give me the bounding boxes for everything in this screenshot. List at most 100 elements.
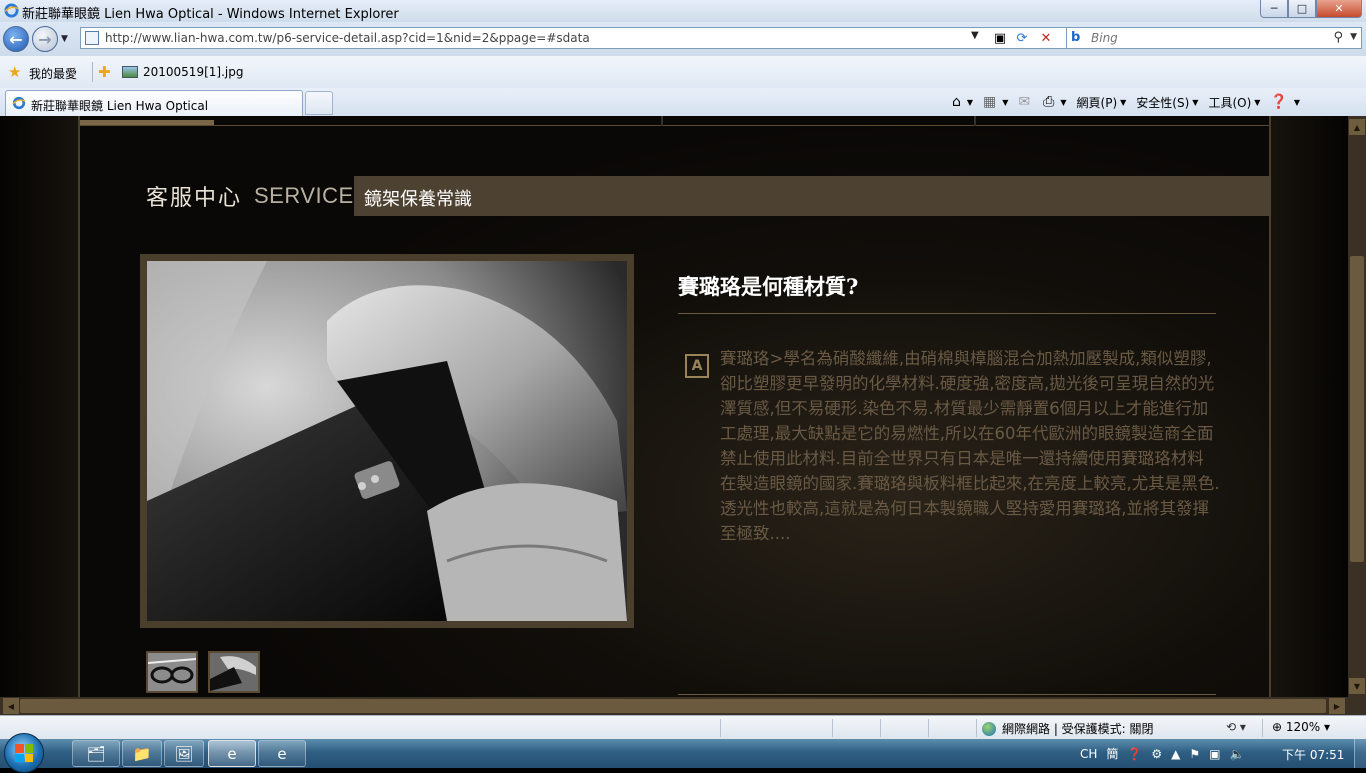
libraries-icon[interactable]: 🗂 [72, 740, 120, 767]
scroll-left-icon[interactable]: ◀ [3, 698, 19, 714]
print-icon: ⎙ [1043, 94, 1055, 110]
zoom-level[interactable]: ⊕ 120% ▾ [1272, 720, 1330, 734]
top-divider [974, 116, 976, 126]
right-background [1270, 116, 1348, 697]
tab-active[interactable]: 新莊聯華眼鏡 Lien Hwa Optical [5, 90, 303, 116]
favorites-star-icon[interactable]: ★ [8, 63, 21, 81]
home-icon: ⌂ [952, 94, 961, 110]
bottom-divider [678, 694, 1216, 695]
safety-menu[interactable]: 安全性(S) ▼ [1136, 94, 1198, 111]
start-button[interactable] [4, 733, 44, 773]
close-button[interactable]: ✕ [1316, 0, 1362, 18]
favorites-button[interactable]: 我的最愛 [29, 65, 77, 82]
main-photo [147, 261, 627, 621]
home-button[interactable]: ⌂ ▼ [952, 94, 973, 110]
tools-menu-label: 工具(O) [1208, 95, 1252, 110]
action-center-icon[interactable]: ⚑ [1189, 747, 1200, 761]
page-menu[interactable]: 網頁(P) ▼ [1077, 94, 1127, 111]
show-hidden-icon[interactable]: ▲ [1171, 747, 1180, 761]
protected-mode-icon[interactable]: ⟲ ▾ [1226, 720, 1246, 734]
url-dropdown-icon[interactable]: ▼ [971, 30, 979, 41]
status-separator [832, 719, 833, 737]
security-zone[interactable]: 網際網路 | 受保護模式: 關閉 [982, 720, 1154, 737]
search-box[interactable]: b ⚲ ▼ [1066, 27, 1362, 49]
address-bar[interactable]: http://www.lian-hwa.com.tw/p6-service-de… [80, 27, 1084, 49]
favorite-item[interactable]: 20100519[1].jpg [143, 65, 243, 79]
refresh-icon[interactable]: ⟳ [1011, 29, 1033, 47]
maximize-button[interactable]: □ [1288, 0, 1316, 18]
back-arrow-icon: ← [9, 29, 23, 49]
help-tray-icon[interactable]: ❓ [1127, 747, 1142, 761]
rss-button[interactable]: ▦ ▼ [983, 94, 1008, 110]
minimize-button[interactable]: ─ [1260, 0, 1288, 18]
zoom-text: 120% [1285, 720, 1321, 734]
windows-logo-icon [15, 744, 33, 762]
ime-char[interactable]: 簡 [1106, 745, 1118, 762]
ie-secondary-icon[interactable]: e [258, 740, 306, 767]
ie-window: 新莊聯華眼鏡 Lien Hwa Optical - Windows Intern… [0, 0, 1366, 773]
add-favorite-icon[interactable]: ✚ [98, 63, 111, 81]
page-icon [85, 31, 99, 45]
content-panel: 客服中心 SERVICE 鏡架保養常識 賽璐珞是何種材質? A 賽璐珞>學名為硝… [78, 116, 1271, 697]
horizontal-scroll-thumb[interactable] [20, 699, 1326, 713]
command-bar: ⌂ ▼ ▦ ▼ ✉ ⎙ ▼ 網頁(P) ▼ 安全性(S) ▼ 工具(O) ▼ ❓ ▼ [952, 92, 1310, 112]
back-button[interactable]: ← [3, 26, 29, 52]
clock[interactable]: 下午 07:51 [1282, 746, 1344, 763]
search-options-icon[interactable]: ▼ [1350, 32, 1357, 42]
page-menu-label: 網頁(P) [1076, 95, 1118, 110]
history-dropdown-icon[interactable]: ▼ [61, 34, 68, 44]
taskbar: 🗂 📁 🖼 e e CH 簡 ❓ ⚙ ▲ ⚑ ▣ 🔈 下午 07:51 [0, 733, 1366, 773]
stop-icon[interactable]: ✕ [1035, 29, 1057, 47]
help-button[interactable]: ❓ ▼ [1270, 94, 1300, 110]
status-separator [880, 719, 881, 737]
status-separator [1262, 719, 1263, 737]
thumbnail-strip [146, 651, 270, 693]
mail-icon: ✉ [1018, 94, 1031, 110]
volume-icon[interactable]: 🔈 [1229, 747, 1244, 761]
ie-taskbar-button[interactable]: e [208, 740, 256, 767]
image-file-icon [122, 66, 138, 78]
search-icon[interactable]: ⚲ [1333, 30, 1343, 45]
help-icon: ❓ [1270, 94, 1288, 110]
top-nav-remnant [80, 116, 1269, 126]
question-divider [678, 313, 1216, 314]
ie-icon: e [227, 744, 237, 763]
search-input[interactable] [1091, 30, 1321, 46]
vertical-scrollbar[interactable]: ▲ ▼ [1348, 116, 1366, 697]
tools-menu[interactable]: 工具(O) ▼ [1208, 94, 1260, 111]
section-title-cn: 客服中心 [146, 186, 243, 211]
new-tab-button[interactable] [305, 91, 333, 115]
print-button[interactable]: ⎙ ▼ [1043, 94, 1066, 110]
show-desktop-button[interactable] [1354, 739, 1366, 768]
glasses-thumbnail-image [148, 653, 196, 691]
compat-view-icon[interactable]: ▣ [989, 29, 1011, 47]
scroll-down-icon[interactable]: ▼ [1349, 678, 1365, 694]
ime-options-icon[interactable]: ⚙ [1151, 747, 1162, 761]
explorer-icon[interactable]: 📁 [122, 740, 162, 767]
hand-frame-thumbnail[interactable] [208, 651, 260, 693]
hand-holding-frame-image [147, 261, 627, 621]
photo-viewer-icon[interactable]: 🖼 [164, 740, 204, 767]
favorites-bar: ★ 我的最愛 ✚ 20100519[1].jpg [0, 56, 1366, 88]
forward-arrow-icon: → [38, 29, 52, 49]
scroll-right-icon[interactable]: ▶ [1329, 698, 1345, 714]
window-title: 新莊聯華眼鏡 Lien Hwa Optical - Windows Intern… [22, 7, 399, 22]
input-method[interactable]: CH [1080, 747, 1097, 761]
top-active-indicator [80, 120, 214, 125]
ie-tab-icon [12, 96, 26, 110]
section-title-en: SERVICE [254, 183, 354, 208]
url-text[interactable]: http://www.lian-hwa.com.tw/p6-service-de… [105, 31, 590, 45]
glasses-thumbnail[interactable] [146, 651, 198, 693]
category-bar: 鏡架保養常識 [354, 176, 1271, 216]
top-divider [661, 116, 663, 126]
system-tray: CH 簡 ❓ ⚙ ▲ ⚑ ▣ 🔈 [1080, 739, 1253, 768]
title-bar: 新莊聯華眼鏡 Lien Hwa Optical - Windows Intern… [0, 0, 1366, 22]
mail-button[interactable]: ✉ [1018, 94, 1033, 110]
scroll-up-icon[interactable]: ▲ [1349, 119, 1365, 135]
vertical-scroll-thumb[interactable] [1350, 256, 1364, 562]
tab-row: 新莊聯華眼鏡 Lien Hwa Optical ⌂ ▼ ▦ ▼ ✉ ⎙ ▼ 網頁(P)… [0, 88, 1366, 116]
forward-button[interactable]: → [32, 26, 58, 52]
safety-menu-label: 安全性(S) [1136, 95, 1190, 110]
horizontal-scrollbar[interactable]: ◀ ▶ [0, 697, 1348, 715]
network-icon[interactable]: ▣ [1209, 747, 1220, 761]
